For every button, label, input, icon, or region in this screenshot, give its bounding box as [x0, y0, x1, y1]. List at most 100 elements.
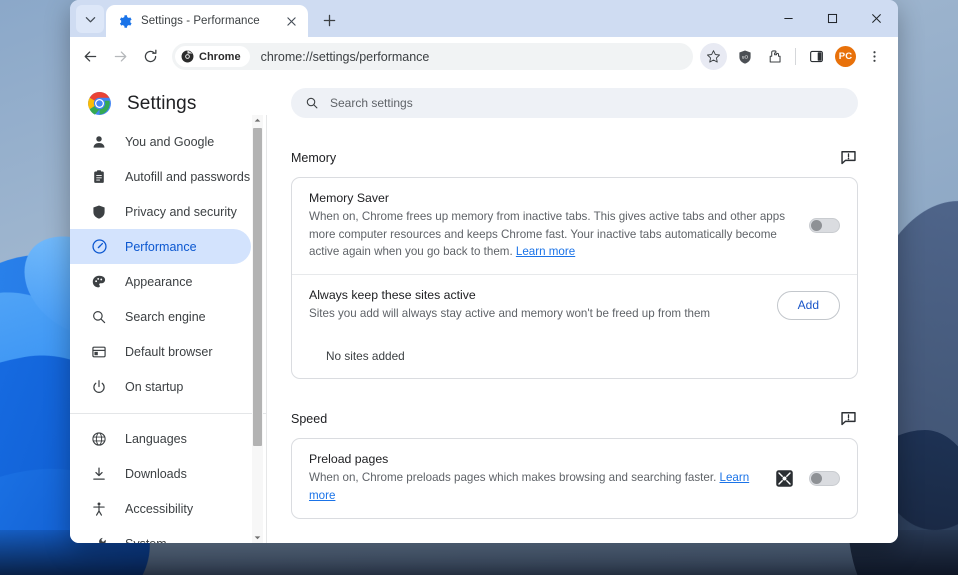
- palette-icon: [90, 273, 108, 291]
- feedback-icon[interactable]: [839, 148, 858, 167]
- star-icon: [707, 50, 720, 63]
- speed-card: Preload pages When on, Chrome preloads p…: [291, 438, 858, 519]
- back-button[interactable]: [76, 42, 105, 71]
- expand-icon[interactable]: [774, 468, 795, 489]
- chrome-logo-icon: [181, 50, 194, 63]
- memory-card: Memory Saver When on, Chrome frees up me…: [291, 177, 858, 380]
- gear-icon: [119, 14, 132, 28]
- site-chip[interactable]: Chrome: [175, 46, 250, 67]
- sidebar-item-label: Languages: [125, 431, 187, 446]
- chrome-menu-button[interactable]: [860, 42, 889, 71]
- browser-window-icon: [90, 343, 108, 361]
- sidebar-item-performance[interactable]: Performance: [70, 229, 251, 264]
- search-input[interactable]: Search settings: [330, 96, 413, 110]
- feedback-icon[interactable]: [839, 409, 858, 428]
- sidebar-item-label: System: [125, 537, 167, 544]
- minimize-button[interactable]: [766, 0, 810, 37]
- settings-page: Settings You and Google Autofill and pas…: [70, 76, 898, 543]
- sidebar-item-label: Search engine: [125, 309, 206, 324]
- reload-button[interactable]: [136, 42, 165, 71]
- shield-icon: [90, 203, 108, 221]
- row-description: When on, Chrome preloads pages which mak…: [309, 469, 760, 504]
- accessibility-icon: [90, 500, 108, 518]
- search-settings-bar[interactable]: Search settings: [291, 88, 858, 118]
- extensions-puzzle-icon: [769, 49, 781, 62]
- forward-button[interactable]: [106, 42, 135, 71]
- chevron-down-icon: [254, 536, 261, 540]
- extensions-button[interactable]: [760, 42, 789, 71]
- sidebar-item-label: Privacy and security: [125, 204, 237, 219]
- person-icon: [90, 133, 108, 151]
- sidebar-item-default-browser[interactable]: Default browser: [70, 334, 251, 369]
- site-chip-label: Chrome: [199, 50, 241, 63]
- sidebar-item-you-and-google[interactable]: You and Google: [70, 124, 251, 159]
- sidebar-item-system[interactable]: System: [70, 526, 251, 543]
- browser-tab-settings-performance[interactable]: Settings - Performance: [106, 5, 308, 37]
- sidebar-item-privacy-and-security[interactable]: Privacy and security: [70, 194, 251, 229]
- speedometer-icon: [90, 238, 108, 256]
- scrollbar-down-arrow[interactable]: [252, 532, 263, 543]
- preload-pages-row: Preload pages When on, Chrome preloads p…: [292, 439, 857, 517]
- memory-saver-toggle[interactable]: [809, 218, 840, 234]
- download-icon: [90, 465, 108, 483]
- sidebar-item-label: Autofill and passwords: [125, 169, 251, 184]
- section-title: Speed: [291, 411, 328, 426]
- sidebar-scrollbar[interactable]: [252, 115, 263, 543]
- sidebar-item-on-startup[interactable]: On startup: [70, 369, 251, 404]
- chevron-up-icon: [254, 118, 261, 122]
- sidebar-item-appearance[interactable]: Appearance: [70, 264, 251, 299]
- side-panel-icon: [810, 50, 823, 63]
- tab-search-button[interactable]: [76, 5, 104, 33]
- settings-content: Search settings Memory Memory Saver When…: [267, 76, 898, 543]
- sidebar-item-accessibility[interactable]: Accessibility: [70, 491, 251, 526]
- sidebar-divider: [70, 413, 267, 414]
- back-arrow-icon: [84, 51, 97, 62]
- address-bar[interactable]: Chrome chrome://settings/performance: [172, 43, 693, 70]
- add-site-button[interactable]: Add: [776, 290, 840, 320]
- url-text: chrome://settings/performance: [260, 49, 430, 64]
- bookmark-button[interactable]: [700, 43, 727, 70]
- side-panel-button[interactable]: [802, 42, 831, 71]
- always-keep-sites-active-row: Always keep these sites active Sites you…: [292, 273, 857, 336]
- section-title: Memory: [291, 150, 337, 165]
- scrollbar-up-arrow[interactable]: [252, 115, 263, 126]
- sidebar-item-label: Downloads: [125, 466, 187, 481]
- search-icon: [306, 97, 318, 109]
- row-title: Memory Saver: [309, 191, 389, 205]
- scrollbar-thumb[interactable]: [253, 128, 262, 446]
- chrome-logo-icon: [88, 92, 111, 115]
- power-icon: [90, 378, 108, 396]
- sidebar-item-languages[interactable]: Languages: [70, 421, 251, 456]
- new-tab-button[interactable]: [316, 7, 342, 33]
- preload-pages-toggle[interactable]: [809, 471, 840, 487]
- ublock-origin-extension-button[interactable]: uO: [730, 42, 759, 71]
- close-window-button[interactable]: [854, 0, 898, 37]
- avatar[interactable]: PC: [835, 46, 856, 67]
- plus-icon: [323, 14, 335, 26]
- tab-close-button[interactable]: [283, 13, 300, 30]
- row-description-text: When on, Chrome preloads pages which mak…: [309, 471, 717, 485]
- sidebar-item-label: Appearance: [125, 274, 193, 289]
- sidebar-item-downloads[interactable]: Downloads: [70, 456, 251, 491]
- maximize-button[interactable]: [810, 0, 854, 37]
- learn-more-link[interactable]: Learn more: [516, 245, 575, 258]
- svg-text:uO: uO: [741, 54, 748, 60]
- forward-arrow-icon: [114, 51, 127, 62]
- no-sites-added-text: No sites added: [326, 349, 405, 364]
- clipboard-icon: [90, 168, 108, 186]
- row-title: Always keep these sites active: [309, 287, 476, 302]
- row-title: Preload pages: [309, 452, 389, 467]
- sidebar-item-autofill-and-passwords[interactable]: Autofill and passwords: [70, 159, 251, 194]
- tab-strip: Settings - Performance: [70, 0, 898, 37]
- memory-section-header: Memory: [291, 148, 858, 167]
- toolbar-divider: [795, 48, 796, 65]
- sidebar-item-label: Accessibility: [125, 501, 194, 516]
- speed-section-header: Speed: [291, 409, 858, 428]
- shield-icon: uO: [738, 49, 751, 64]
- settings-brand: Settings: [70, 91, 267, 116]
- sidebar-item-search-engine[interactable]: Search engine: [70, 299, 251, 334]
- close-icon: [871, 14, 881, 23]
- three-dot-menu-icon: [873, 51, 876, 62]
- settings-sidebar: Settings You and Google Autofill and pas…: [70, 76, 267, 543]
- memory-saver-row: Memory Saver When on, Chrome frees up me…: [292, 178, 857, 274]
